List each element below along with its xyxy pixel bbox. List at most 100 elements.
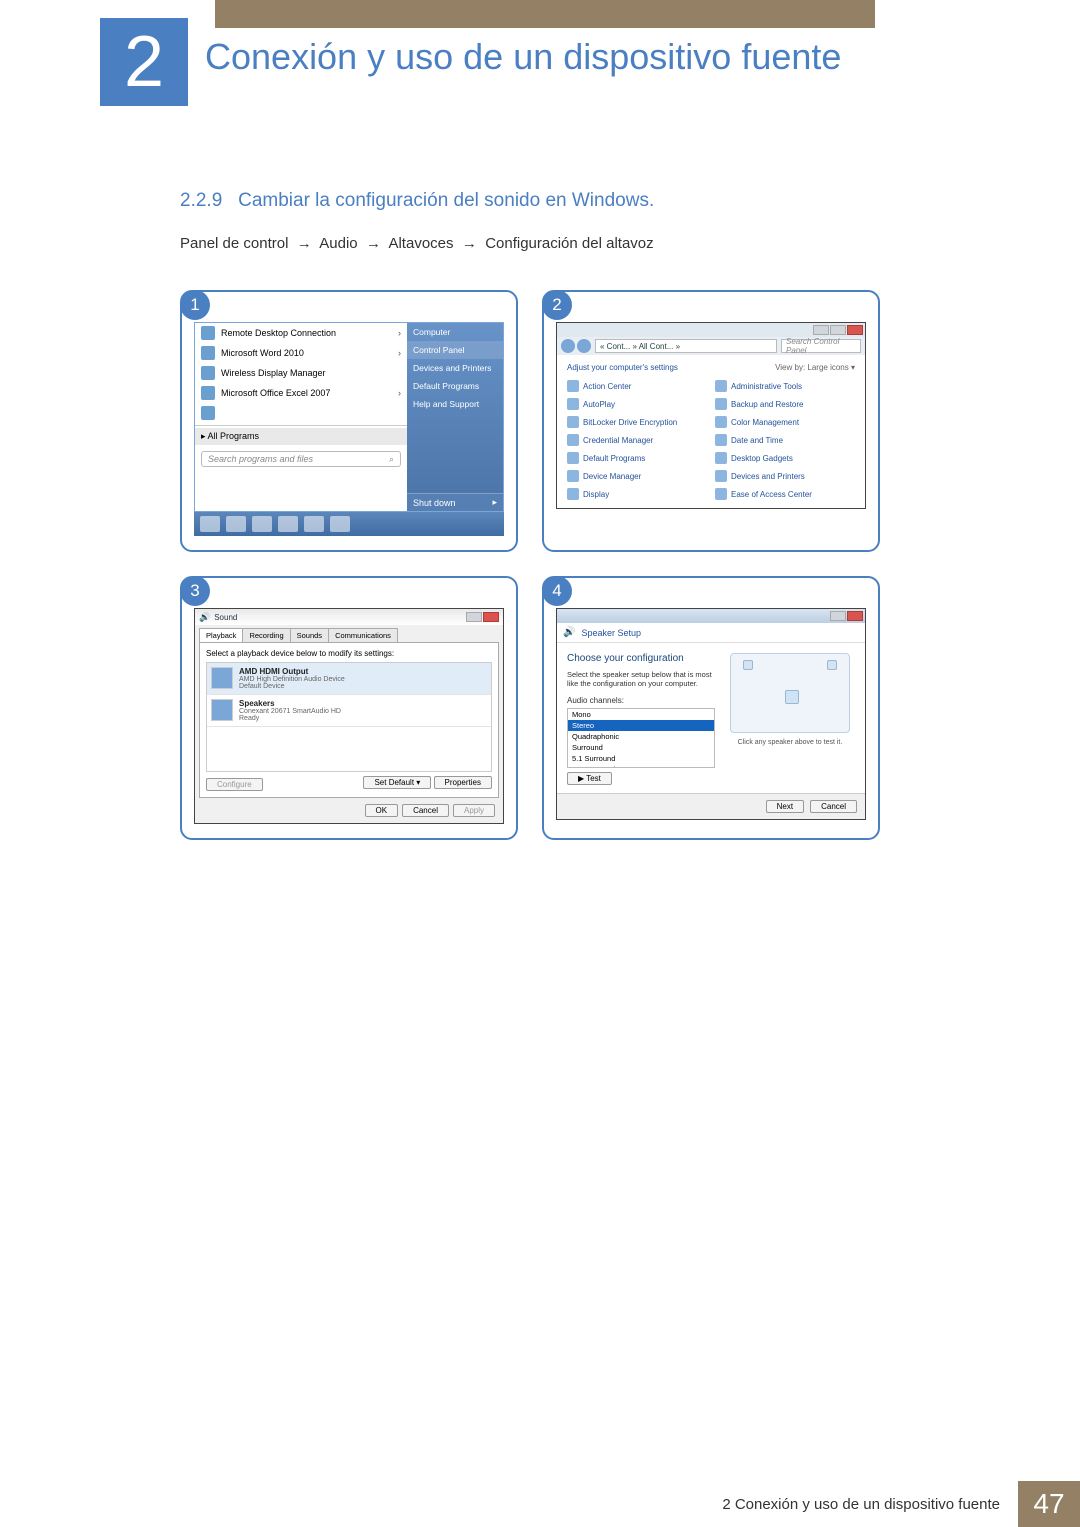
- nav-back-icon[interactable]: [561, 339, 575, 353]
- app-icon: [201, 326, 215, 340]
- list-item[interactable]: Mono: [568, 709, 714, 720]
- control-panel-grid: Action Center Administrative Tools AutoP…: [567, 380, 855, 500]
- sm-item[interactable]: Microsoft Office Excel 2007: [195, 383, 407, 403]
- cp-link[interactable]: Device Manager: [567, 470, 707, 482]
- cp-heading: Adjust your computer's settings: [567, 363, 678, 372]
- nav-fwd-icon[interactable]: [577, 339, 591, 353]
- cp-link[interactable]: Color Management: [715, 416, 855, 428]
- channels-label: Audio channels:: [567, 696, 715, 705]
- cp-link[interactable]: Credential Manager: [567, 434, 707, 446]
- speaker-setup-dialog: Speaker Setup Choose your configuration …: [556, 608, 866, 820]
- cp-link[interactable]: Default Programs: [567, 452, 707, 464]
- search-input[interactable]: Search Control Panel: [781, 339, 861, 353]
- device-list[interactable]: AMD HDMI OutputAMD High Definition Audio…: [206, 662, 492, 772]
- cp-link[interactable]: Date and Time: [715, 434, 855, 446]
- speaker-diagram: [730, 653, 850, 733]
- control-panel-window: « Cont... » All Cont... » Search Control…: [556, 322, 866, 509]
- device-item[interactable]: SpeakersConexant 20671 SmartAudio HDRead…: [207, 695, 491, 727]
- sm-item[interactable]: Microsoft Word 2010: [195, 343, 407, 363]
- taskbar-icon[interactable]: [226, 516, 246, 532]
- minimize-icon[interactable]: [466, 612, 482, 622]
- set-default-button[interactable]: Set Default: [363, 776, 431, 789]
- shutdown-button[interactable]: Shut down: [407, 493, 503, 511]
- apply-button[interactable]: Apply: [453, 804, 495, 817]
- list-item[interactable]: 5.1 Surround: [568, 764, 714, 768]
- search-input[interactable]: Search programs and files: [201, 451, 401, 467]
- instruction-text: Select a playback device below to modify…: [206, 649, 492, 658]
- address-bar[interactable]: « Cont... » All Cont... »: [595, 339, 777, 353]
- list-item[interactable]: 5.1 Surround: [568, 753, 714, 764]
- tab-playback[interactable]: Playback: [199, 628, 243, 642]
- close-icon[interactable]: [847, 325, 863, 335]
- tab-recording[interactable]: Recording: [242, 628, 290, 642]
- sound-dialog: Sound Playback Recording Sounds Communic…: [194, 608, 504, 824]
- minimize-icon[interactable]: [830, 611, 846, 621]
- maximize-icon[interactable]: [830, 325, 846, 335]
- sm-right-item[interactable]: Devices and Printers: [407, 359, 503, 377]
- taskbar-icon[interactable]: [278, 516, 298, 532]
- ok-button[interactable]: OK: [365, 804, 399, 817]
- screenshot-step-1: 1 Remote Desktop Connection Microsoft Wo…: [180, 290, 518, 552]
- taskbar-icon[interactable]: [304, 516, 324, 532]
- device-icon: [211, 699, 233, 721]
- close-icon[interactable]: [483, 612, 499, 622]
- sm-item[interactable]: [195, 403, 407, 423]
- sm-item[interactable]: Remote Desktop Connection: [195, 323, 407, 343]
- section-heading: 2.2.9 Cambiar la configuración del sonid…: [180, 190, 654, 212]
- cp-link[interactable]: Administrative Tools: [715, 380, 855, 392]
- list-item[interactable]: Stereo: [568, 720, 714, 731]
- channels-list[interactable]: Mono Stereo Quadraphonic Surround 5.1 Su…: [567, 708, 715, 768]
- sm-right-item[interactable]: Default Programs: [407, 377, 503, 395]
- list-item[interactable]: Quadraphonic: [568, 731, 714, 742]
- speaker-icon[interactable]: [743, 660, 753, 670]
- next-button[interactable]: Next: [766, 800, 804, 813]
- view-by-dropdown[interactable]: View by: Large icons ▾: [775, 363, 855, 372]
- device-item[interactable]: AMD HDMI OutputAMD High Definition Audio…: [207, 663, 491, 695]
- taskbar-icon[interactable]: [330, 516, 350, 532]
- speaker-icon[interactable]: [827, 660, 837, 670]
- cp-link[interactable]: Display: [567, 488, 707, 500]
- start-menu: Remote Desktop Connection Microsoft Word…: [194, 322, 504, 512]
- device-icon: [211, 667, 233, 689]
- cancel-button[interactable]: Cancel: [402, 804, 449, 817]
- speaker-icon[interactable]: [785, 690, 799, 704]
- test-button[interactable]: ▶ Test: [567, 772, 612, 785]
- step-badge: 4: [542, 576, 572, 606]
- cp-link[interactable]: Backup and Restore: [715, 398, 855, 410]
- breadcrumb: Panel de control → Audio → Altavoces → C…: [180, 235, 654, 252]
- dialog-header: Speaker Setup: [557, 623, 865, 643]
- cp-link[interactable]: Desktop Gadgets: [715, 452, 855, 464]
- sm-right-item[interactable]: Computer: [407, 323, 503, 341]
- cp-link[interactable]: Ease of Access Center: [715, 488, 855, 500]
- section-number: 2.2.9: [180, 190, 222, 211]
- diagram-hint: Click any speaker above to test it.: [738, 739, 843, 746]
- sm-right-item[interactable]: Help and Support: [407, 395, 503, 413]
- cp-link[interactable]: AutoPlay: [567, 398, 707, 410]
- cp-link[interactable]: BitLocker Drive Encryption: [567, 416, 707, 428]
- step-badge: 3: [180, 576, 210, 606]
- page-number: 47: [1018, 1481, 1080, 1527]
- app-icon: [201, 386, 215, 400]
- cp-link[interactable]: Devices and Printers: [715, 470, 855, 482]
- list-item[interactable]: Surround: [568, 742, 714, 753]
- start-orb-icon[interactable]: [200, 516, 220, 532]
- header-stripe: [215, 0, 875, 28]
- minimize-icon[interactable]: [813, 325, 829, 335]
- all-programs-button[interactable]: All Programs: [195, 428, 407, 445]
- properties-button[interactable]: Properties: [434, 776, 492, 789]
- tab-communications[interactable]: Communications: [328, 628, 398, 642]
- app-icon: [201, 366, 215, 380]
- configure-button[interactable]: Configure: [206, 778, 263, 791]
- close-icon[interactable]: [847, 611, 863, 621]
- app-icon: [201, 346, 215, 360]
- screenshot-step-4: 4 Speaker Setup Choose your configuratio…: [542, 576, 880, 840]
- taskbar-icon[interactable]: [252, 516, 272, 532]
- step-badge: 1: [180, 290, 210, 320]
- app-icon: [201, 406, 215, 420]
- cp-link[interactable]: Action Center: [567, 380, 707, 392]
- chapter-title: Conexión y uso de un dispositivo fuente: [205, 36, 841, 78]
- cancel-button[interactable]: Cancel: [810, 800, 857, 813]
- sm-item[interactable]: Wireless Display Manager: [195, 363, 407, 383]
- sm-right-item[interactable]: Control Panel: [407, 341, 503, 359]
- tab-sounds[interactable]: Sounds: [290, 628, 329, 642]
